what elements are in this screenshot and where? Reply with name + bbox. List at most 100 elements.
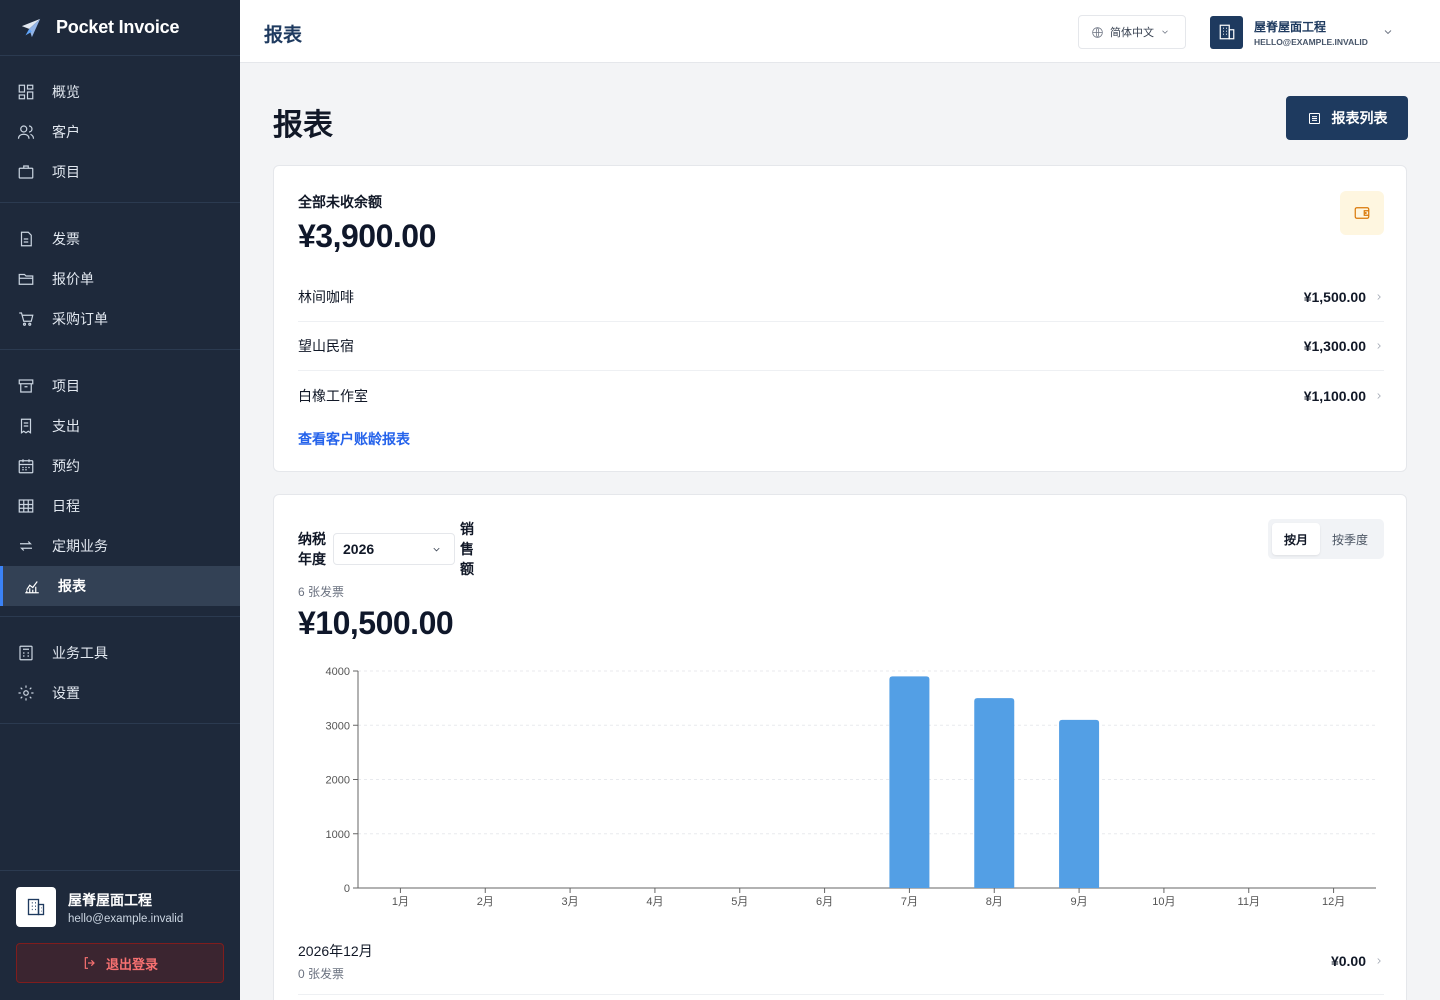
chevron-down-icon [1384,30,1392,35]
client-name: 林间咖啡 [298,289,354,305]
cart-icon [17,310,35,328]
logout-button[interactable]: 退出登录 [16,943,224,983]
sidebar-item-cart[interactable]: 采购订单 [0,299,240,339]
calculator-icon [17,644,35,662]
receivables-list: 林间咖啡 ¥1,500.00 望山民宿 ¥1,300.00 白橡工作室 ¥1,100.00 [298,273,1384,420]
globe-icon [1092,26,1103,38]
account-menu[interactable]: 屋脊屋面工程 HELLO@EXAMPLE.INVALID [1210,15,1410,49]
sidebar-item-label: 客户 [52,124,80,140]
receivables-label: 全部未收余额 [298,194,382,210]
sidebar-item-dashboard[interactable]: 概览 [0,72,240,112]
sidebar-item-calendar[interactable]: 预约 [0,446,240,486]
x-tick-label: 9月 [1071,896,1088,907]
month-name: 2026年12月 [298,943,373,959]
x-tick-label: 12月 [1322,896,1345,907]
sidebar-item-calculator[interactable]: 业务工具 [0,633,240,673]
chart-icon [23,577,41,595]
wallet-icon [1340,191,1384,235]
report-list-button[interactable]: 报表列表 [1286,96,1408,140]
sidebar-item-briefcase[interactable]: 项目 [0,152,240,192]
sidebar-item-repeat[interactable]: 定期业务 [0,526,240,566]
paper-plane-logo-icon [21,18,41,37]
receivable-row[interactable]: 望山民宿 ¥1,300.00 [298,322,1384,371]
sidebar-item-label: 项目 [52,378,80,394]
sidebar-footer: 屋脊屋面工程 hello@example.invalid 退出登录 [0,870,240,1000]
sales-bar-chart: 0 1000 2000 3000 4000 1月 2月 3月 4月 5月 6月 7月 8月 9月 10月 11… [326,666,1376,907]
x-tick-label: 2月 [477,896,494,907]
sidebar-item-folder[interactable]: 报价单 [0,259,240,299]
x-tick-label: 6月 [816,896,833,907]
x-tick-label: 10月 [1152,896,1175,907]
sidebar-item-chart[interactable]: 报表 [0,566,240,606]
chart-bar [889,676,930,888]
aging-report-link[interactable]: 查看客户账龄报表 [298,429,410,449]
language-select[interactable]: 简体中文 [1078,15,1186,49]
archive-icon [17,377,35,395]
receivable-row[interactable]: 白橡工作室 ¥1,100.00 [298,371,1384,420]
x-tick-label: 7月 [901,896,918,907]
sales-total: ¥10,500.00 [298,605,454,641]
y-tick-label: 2000 [326,775,350,787]
account-name: 屋脊屋面工程 [1254,19,1327,34]
y-tick-label: 3000 [326,720,350,732]
sidebar-item-label: 报表 [58,578,86,594]
chevron-right-icon [1377,958,1381,964]
sidebar-item-receipt[interactable]: 支出 [0,406,240,446]
tab-monthly[interactable]: 按月 [1272,523,1320,555]
sidebar-item-users[interactable]: 客户 [0,112,240,152]
client-amount: ¥1,500.00 [1303,289,1366,305]
tax-year-label: 纳税年度 [298,531,326,567]
tax-year-select[interactable]: 2026 [333,533,455,565]
nav-group: 概览客户项目 [0,56,240,203]
sidebar-item-archive[interactable]: 项目 [0,366,240,406]
topbar-title: 报表 [264,25,303,46]
app-name: Pocket Invoice [56,17,180,37]
account-email: HELLO@EXAMPLE.INVALID [1254,36,1368,47]
sidebar-item-label: 报价单 [52,271,94,287]
client-name: 望山民宿 [298,338,354,354]
grid-icon [17,497,35,515]
sidebar-item-grid[interactable]: 日程 [0,486,240,526]
report-list-label: 报表列表 [1331,110,1388,126]
sidebar-item-file[interactable]: 发票 [0,219,240,259]
month-row[interactable]: 2026年12月 0 张发票 ¥0.00 [298,935,1384,995]
month-invoice-count: 0 张发票 [298,967,345,981]
client-name: 白橡工作室 [298,387,368,404]
page-title: 报表 [273,109,333,142]
nav-group: 发票报价单采购订单 [0,203,240,350]
folder-icon [17,270,35,288]
x-tick-label: 3月 [562,896,579,907]
chart-bar [974,698,1015,888]
chevron-right-icon [1377,343,1381,349]
x-tick-label: 4月 [646,896,663,907]
dashboard-icon [17,83,35,101]
sidebar-item-label: 采购订单 [52,311,108,327]
y-tick-label: 0 [344,883,350,895]
users-icon [17,123,35,141]
period-toggle: 按月 按季度 [1268,519,1384,559]
receivable-row[interactable]: 林间咖啡 ¥1,500.00 [298,273,1384,322]
chevron-down-icon [1162,30,1168,34]
topbar: 报表 简体中文 屋脊屋面工程 HELLO@EXAMPLE.INVALID [240,0,1440,63]
sidebar-item-label: 定期业务 [52,538,108,554]
sidebar-item-label: 日程 [52,498,80,514]
brand[interactable]: Pocket Invoice [0,0,240,56]
receipt-icon [17,417,35,435]
receivables-total: ¥3,900.00 [298,218,436,254]
briefcase-icon [17,163,35,181]
month-amount: ¥0.00 [1330,953,1366,969]
file-icon [17,230,35,248]
repeat-icon [17,537,35,555]
org-info[interactable]: 屋脊屋面工程 hello@example.invalid [16,887,224,927]
sidebar-nav: 概览 客户 项目 发票 报价单 采购订单 项目 支出 预约 日程 定期业务 报表 业务工具 设置 [0,56,240,724]
client-amount: ¥1,300.00 [1303,338,1366,354]
calendar-icon [17,457,35,475]
sidebar-item-label: 业务工具 [52,645,108,661]
tab-quarterly[interactable]: 按季度 [1320,523,1380,555]
client-amount: ¥1,100.00 [1303,387,1366,404]
sidebar-item-gear[interactable]: 设置 [0,673,240,713]
gear-icon [17,684,35,702]
building-icon [1210,15,1243,49]
logout-label: 退出登录 [105,956,158,972]
org-email: hello@example.invalid [68,912,184,925]
